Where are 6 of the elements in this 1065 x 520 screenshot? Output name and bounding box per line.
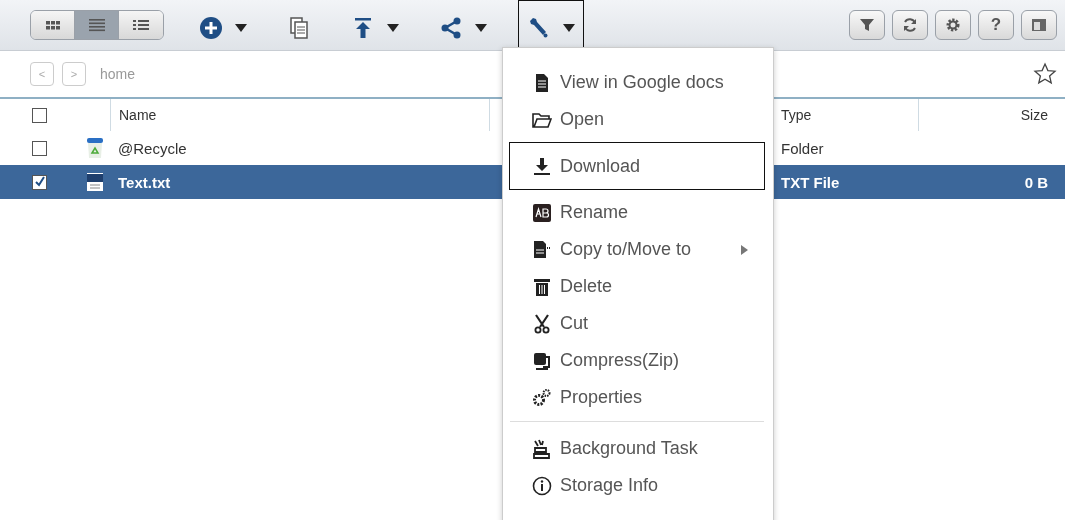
path-text: home [100, 66, 136, 82]
file-name: @Recycle [118, 139, 187, 157]
file-size: 0 B [1024, 173, 1048, 191]
file-name: Text.txt [118, 173, 171, 191]
file-type: TXT File [781, 173, 840, 191]
file-type: Folder [781, 139, 824, 157]
